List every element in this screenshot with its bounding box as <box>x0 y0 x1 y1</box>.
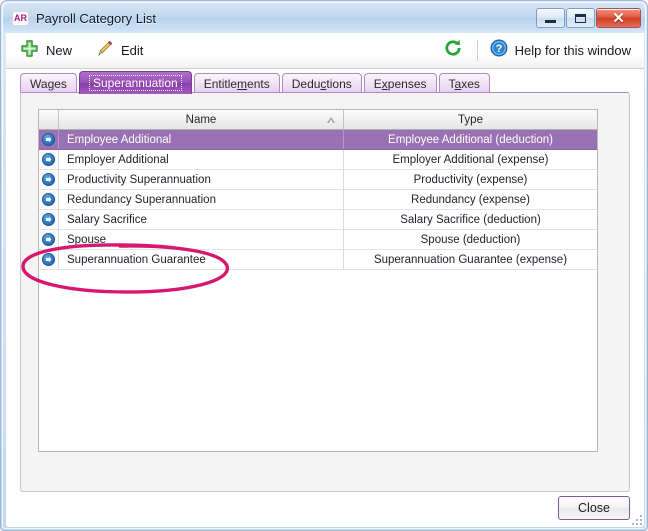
window-close-button[interactable]: ✕ <box>596 8 641 28</box>
tab-taxes-label: Taxes <box>448 77 480 91</box>
new-button-label: New <box>46 43 73 58</box>
help-icon: ? <box>490 39 508 62</box>
row-name-cell: Employer Additional <box>59 150 344 169</box>
row-type-cell: Productivity (expense) <box>413 173 528 186</box>
row-arrow-icon[interactable] <box>42 153 55 166</box>
sort-ascending-icon <box>327 116 335 123</box>
toolbar-right-group: ? Help for this window <box>437 36 644 66</box>
row-select-cell[interactable] <box>39 130 59 149</box>
row-name-cell: Salary Sacrifice <box>59 210 344 229</box>
resize-grip[interactable] <box>632 515 644 527</box>
plus-icon <box>20 39 39 63</box>
minimize-icon <box>545 19 556 23</box>
row-type-cell: Employee Additional (deduction) <box>388 133 553 146</box>
table-row[interactable]: Spouse Spouse (deduction) <box>39 230 597 250</box>
window-title: Payroll Category List <box>36 10 156 26</box>
row-select-cell[interactable] <box>39 190 59 209</box>
minimize-button[interactable] <box>536 8 565 28</box>
row-select-cell[interactable] <box>39 250 59 269</box>
row-arrow-icon[interactable] <box>42 193 55 206</box>
window-client-area: New Edit ? Help for this window Wages Su… <box>6 33 644 527</box>
app-icon: AR <box>12 10 29 26</box>
refresh-icon <box>443 38 463 63</box>
row-type-cell: Superannuation Guarantee (expense) <box>373 253 568 266</box>
refresh-button[interactable] <box>437 36 469 66</box>
row-name-cell: Spouse <box>59 230 344 249</box>
table-row[interactable]: Productivity Superannuation Productivity… <box>39 170 597 190</box>
tab-entitlements[interactable]: Entitlements <box>193 73 280 94</box>
window-titlebar[interactable]: AR Payroll Category List ✕ <box>3 3 645 33</box>
tab-entitlements-label: Entitlements <box>203 77 270 91</box>
payroll-category-list-window: AR Payroll Category List ✕ New Edit ? He… <box>0 0 648 531</box>
row-arrow-icon[interactable] <box>42 253 55 266</box>
tab-content-panel: Name Type Employee Additional Employee A… <box>20 92 630 492</box>
tab-deductions[interactable]: Deductions <box>281 73 362 94</box>
row-type-cell: Employer Additional (expense) <box>392 153 549 166</box>
row-name-cell: Productivity Superannuation <box>59 170 344 189</box>
new-button[interactable]: New <box>11 36 81 66</box>
table-row[interactable]: Employer Additional Employer Additional … <box>39 150 597 170</box>
row-type-cell: Salary Sacrifice (deduction) <box>400 213 541 226</box>
tabstrip: Wages Superannuation Entitlements Deduct… <box>6 69 644 94</box>
tab-expenses-label: Expenses <box>373 77 427 91</box>
tab-wages[interactable]: Wages <box>20 73 77 94</box>
grid-header-type[interactable]: Type <box>344 110 597 129</box>
tab-deductions-label: Deductions <box>291 77 352 91</box>
row-select-cell[interactable] <box>39 150 59 169</box>
row-type-cell: Spouse (deduction) <box>420 233 521 246</box>
close-icon: ✕ <box>612 9 625 27</box>
payroll-category-grid: Name Type Employee Additional Employee A… <box>38 109 598 452</box>
row-type-cell: Redundancy (expense) <box>411 193 530 206</box>
tab-expenses[interactable]: Expenses <box>363 73 437 94</box>
table-row[interactable]: Redundancy Superannuation Redundancy (ex… <box>39 190 597 210</box>
table-row[interactable]: Salary Sacrifice Salary Sacrifice (deduc… <box>39 210 597 230</box>
row-name-cell: Employee Additional <box>59 130 344 149</box>
grid-body: Employee Additional Employee Additional … <box>39 130 597 270</box>
tab-taxes[interactable]: Taxes <box>438 73 490 94</box>
close-button[interactable]: Close <box>558 496 630 520</box>
table-row[interactable]: Employee Additional Employee Additional … <box>39 130 597 150</box>
help-button[interactable]: ? Help for this window <box>486 36 635 66</box>
edit-button[interactable]: Edit <box>86 36 152 66</box>
grid-header-name[interactable]: Name <box>59 110 344 129</box>
caption-buttons: ✕ <box>536 8 641 28</box>
table-row[interactable]: Superannuation Guarantee Superannuation … <box>39 250 597 270</box>
toolbar: New Edit ? Help for this window <box>6 33 644 69</box>
grid-header-type-label: Type <box>458 113 483 126</box>
row-select-cell[interactable] <box>39 230 59 249</box>
row-name-cell: Redundancy Superannuation <box>59 190 344 209</box>
row-select-cell[interactable] <box>39 210 59 229</box>
grid-header-name-label: Name <box>185 113 217 126</box>
grid-header-row: Name Type <box>39 110 597 130</box>
svg-text:?: ? <box>495 43 502 55</box>
window-footer: Close <box>6 491 644 527</box>
row-name-cell: Superannuation Guarantee <box>59 250 344 269</box>
tab-superannuation-label: Superannuation <box>88 75 182 91</box>
row-arrow-icon[interactable] <box>42 133 55 146</box>
toolbar-separator <box>476 40 478 61</box>
tab-wages-label: Wages <box>30 77 67 91</box>
row-select-cell[interactable] <box>39 170 59 189</box>
row-arrow-icon[interactable] <box>42 173 55 186</box>
edit-button-label: Edit <box>121 43 144 58</box>
row-arrow-icon[interactable] <box>42 233 55 246</box>
maximize-icon <box>575 13 586 23</box>
pencil-icon <box>95 39 114 63</box>
maximize-button[interactable] <box>566 8 595 28</box>
row-arrow-icon[interactable] <box>42 213 55 226</box>
grid-header-icon-column[interactable] <box>39 110 59 129</box>
help-button-label: Help for this window <box>514 43 631 58</box>
tab-superannuation[interactable]: Superannuation <box>78 71 192 94</box>
